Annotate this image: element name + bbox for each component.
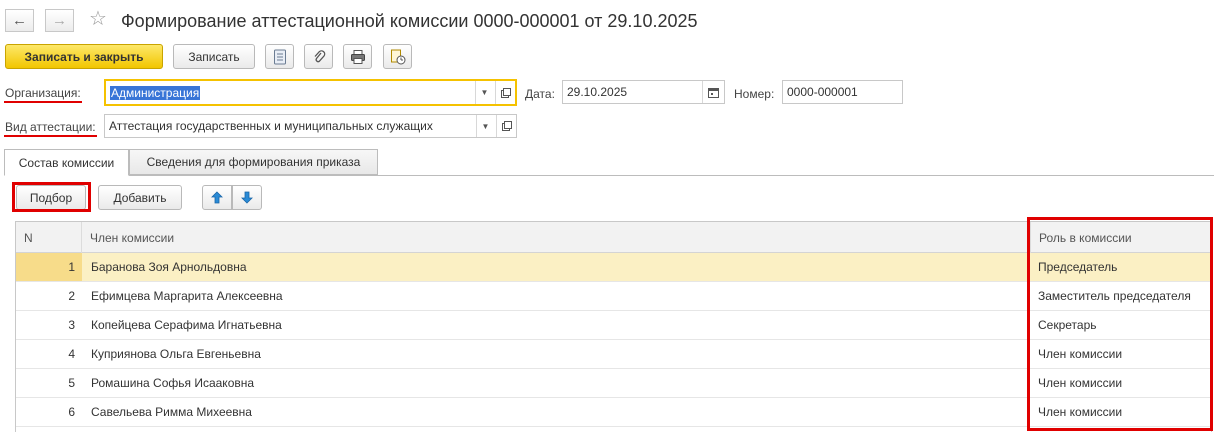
attach-file-button[interactable] <box>304 44 333 69</box>
arrow-left-icon: ← <box>12 12 27 29</box>
attestation-type-field[interactable]: Аттестация государственных и муниципальн… <box>104 114 517 138</box>
attestation-type-value: Аттестация государственных и муниципальн… <box>109 119 433 133</box>
forward-button[interactable]: → <box>45 9 74 32</box>
date-field[interactable]: 29.10.2025 <box>562 80 725 104</box>
arrow-up-icon <box>211 191 223 204</box>
tab-order-info[interactable]: Сведения для формирования приказа <box>129 149 378 175</box>
arrow-right-icon: → <box>52 12 67 29</box>
chevron-down-icon: ▼ <box>481 121 490 131</box>
pick-button-highlight <box>12 182 91 212</box>
move-down-button[interactable] <box>232 185 262 210</box>
row-number: 1 <box>16 253 82 281</box>
row-number: 2 <box>68 289 75 303</box>
attestation-type-label: Вид аттестации: <box>5 120 96 134</box>
organization-open-button[interactable] <box>495 81 515 104</box>
organization-field[interactable]: Администрация ▼ <box>104 79 517 106</box>
organization-label: Организация: <box>5 86 81 100</box>
tab-divider <box>4 175 1214 176</box>
tab-commission-members[interactable]: Состав комиссии <box>4 149 129 176</box>
page-title: Формирование аттестационной комиссии 000… <box>121 11 698 31</box>
attestation-type-dropdown-button[interactable]: ▼ <box>476 115 494 137</box>
organization-label-underline <box>4 101 82 103</box>
number-label: Номер: <box>734 87 775 101</box>
arrow-down-icon <box>241 191 253 204</box>
member-name: Ромашина Софья Исааковна <box>91 376 255 390</box>
member-name: Ефимцева Маргарита Алексеевна <box>91 289 283 303</box>
member-name: Куприянова Ольга Евгеньевна <box>91 347 261 361</box>
calendar-button[interactable] <box>702 81 724 103</box>
attestation-type-label-underline <box>4 135 97 137</box>
favorite-star-icon[interactable]: ☆ <box>89 7 107 31</box>
row-number: 6 <box>68 405 75 419</box>
member-name: Савельева Римма Михеевна <box>91 405 252 419</box>
column-header-member[interactable]: Член комиссии <box>82 222 1031 253</box>
open-window-icon <box>501 121 512 131</box>
chevron-down-icon: ▼ <box>480 88 489 97</box>
paperclip-icon <box>314 49 325 62</box>
organization-value: Администрация <box>110 85 201 100</box>
member-name: Баранова Зоя Арнольдовна <box>91 260 247 274</box>
role-column-highlight <box>1027 217 1213 431</box>
row-number: 5 <box>68 376 75 390</box>
document-list-icon <box>273 49 286 64</box>
save-button[interactable]: Записать <box>173 44 255 69</box>
date-value: 29.10.2025 <box>567 85 628 99</box>
column-header-n[interactable]: N <box>16 222 82 253</box>
number-field[interactable]: 0000-000001 <box>782 80 903 104</box>
move-up-button[interactable] <box>202 185 232 210</box>
open-window-icon <box>500 87 511 98</box>
attestation-type-open-button[interactable] <box>496 115 516 137</box>
report-history-button[interactable] <box>383 44 412 69</box>
document-list-button[interactable] <box>265 44 294 69</box>
print-button[interactable] <box>343 44 372 69</box>
row-number: 4 <box>68 347 75 361</box>
back-button[interactable]: ← <box>5 9 34 32</box>
member-name: Копейцева Серафима Игнатьевна <box>91 318 282 332</box>
report-clock-icon <box>390 49 405 64</box>
save-and-close-button[interactable]: Записать и закрыть <box>5 44 163 69</box>
number-value: 0000-000001 <box>787 85 858 99</box>
add-button[interactable]: Добавить <box>98 185 182 210</box>
row-number: 3 <box>68 318 75 332</box>
organization-dropdown-button[interactable]: ▼ <box>475 81 493 104</box>
calendar-icon <box>708 87 719 98</box>
print-icon <box>350 49 365 64</box>
date-label: Дата: <box>525 87 555 101</box>
